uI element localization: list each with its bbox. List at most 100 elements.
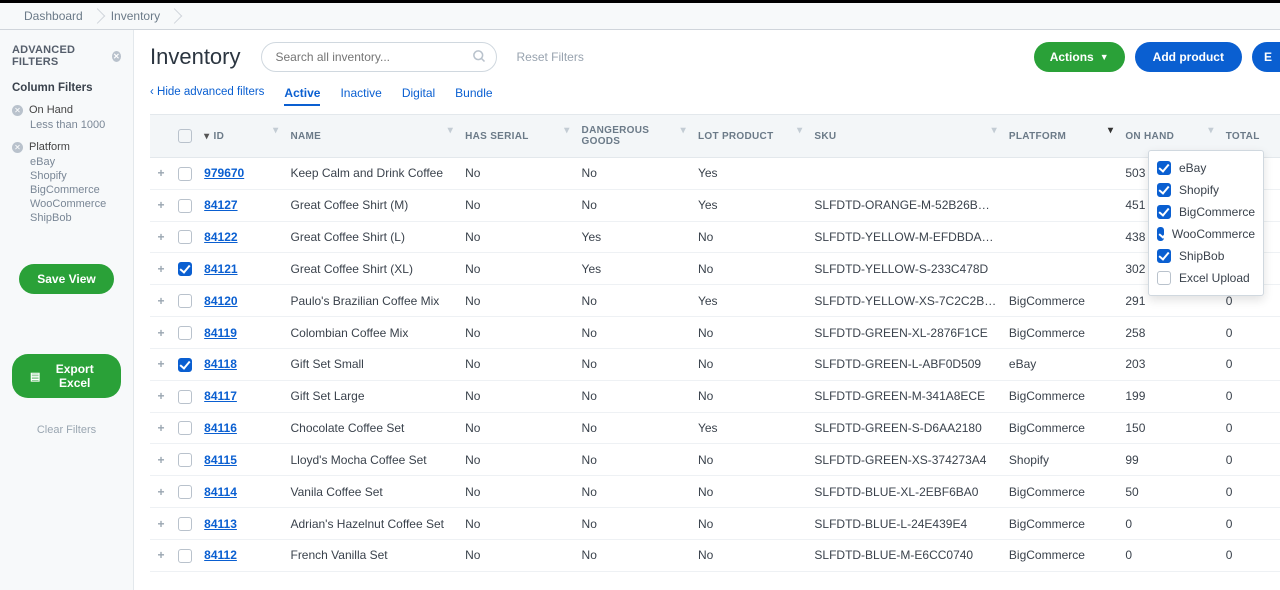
expand-row-icon[interactable]: +	[156, 262, 166, 276]
id-link[interactable]: 979670	[204, 166, 244, 180]
remove-platform-filter-icon[interactable]: ✕	[12, 142, 23, 153]
row-checkbox[interactable]	[178, 262, 192, 276]
filter-icon[interactable]: ▾	[273, 125, 278, 136]
hide-advanced-filters-link[interactable]: ‹ Hide advanced filters	[150, 86, 264, 106]
clear-filters-link[interactable]: Clear Filters	[12, 424, 121, 436]
filter-icon[interactable]: ▾	[1208, 125, 1213, 136]
cell-has-serial: No	[459, 189, 575, 221]
col-sku[interactable]: SKU▾	[808, 115, 1003, 158]
row-checkbox[interactable]	[178, 453, 192, 467]
option-checkbox[interactable]	[1157, 227, 1164, 241]
column-filters-label: Column Filters	[12, 82, 121, 94]
platform-filter-popup[interactable]: eBay Shopify BigCommerceWooCommerceShipBob…	[1148, 150, 1264, 296]
actions-button[interactable]: Actions ▼	[1034, 42, 1125, 72]
expand-row-icon[interactable]: +	[156, 421, 166, 435]
filter-onhand: ✕ On Hand Less than 1000	[12, 104, 121, 131]
id-link[interactable]: 84122	[204, 230, 237, 244]
breadcrumb-dashboard[interactable]: Dashboard	[10, 3, 97, 29]
table-row: +84120Paulo's Brazilian Coffee MixNoNoYe…	[150, 285, 1280, 317]
filter-icon[interactable]: ▾	[681, 125, 686, 136]
filter-icon[interactable]: ▾	[448, 125, 453, 136]
cell-name: Gift Set Large	[284, 380, 459, 412]
tab-digital[interactable]: Digital	[402, 86, 435, 106]
row-checkbox[interactable]	[178, 294, 192, 308]
expand-row-icon[interactable]: +	[156, 294, 166, 308]
cell-dangerous-goods: No	[576, 508, 692, 540]
platform-option[interactable]: ShipBob	[1157, 245, 1255, 267]
cell-dangerous-goods: No	[576, 348, 692, 380]
option-checkbox[interactable]	[1157, 205, 1171, 219]
expand-row-icon[interactable]: +	[156, 389, 166, 403]
cell-total: 0	[1220, 476, 1280, 508]
expand-row-icon[interactable]: +	[156, 485, 166, 499]
id-link[interactable]: 84113	[204, 517, 237, 531]
reset-filters-link[interactable]: Reset Filters	[517, 50, 584, 64]
col-lot-product[interactable]: LOT PRODUCT▾	[692, 115, 808, 158]
col-dangerous-goods[interactable]: DANGEROUS GOODS▾	[576, 115, 692, 158]
breadcrumb-inventory[interactable]: Inventory	[97, 3, 174, 29]
export-excel-button[interactable]: Export Excel	[12, 354, 121, 398]
platform-option[interactable]: Shopify	[1157, 179, 1255, 201]
id-link[interactable]: 84121	[204, 262, 237, 276]
id-link[interactable]: 84117	[204, 389, 237, 403]
expand-row-icon[interactable]: +	[156, 230, 166, 244]
remove-onhand-filter-icon[interactable]: ✕	[12, 105, 23, 116]
col-has-serial[interactable]: HAS SERIAL▾	[459, 115, 575, 158]
platform-option[interactable]: BigCommerce	[1157, 201, 1255, 223]
cell-total: 0	[1220, 571, 1280, 572]
expand-row-icon[interactable]: +	[156, 198, 166, 212]
option-checkbox[interactable]	[1157, 271, 1171, 285]
cell-has-serial: No	[459, 539, 575, 571]
tab-bundle[interactable]: Bundle	[455, 86, 492, 106]
id-link[interactable]: 84114	[204, 485, 237, 499]
filter-icon[interactable]: ▾	[797, 125, 802, 136]
row-checkbox[interactable]	[178, 199, 192, 213]
platform-option[interactable]: Excel Upload	[1157, 267, 1255, 289]
platform-option[interactable]: WooCommerce	[1157, 223, 1255, 245]
search-input[interactable]	[261, 42, 497, 72]
row-checkbox[interactable]	[178, 390, 192, 404]
col-name[interactable]: NAME▾	[284, 115, 459, 158]
filter-icon[interactable]: ▾	[1108, 125, 1113, 136]
expand-row-icon[interactable]: +	[156, 357, 166, 371]
row-checkbox[interactable]	[178, 230, 192, 244]
option-checkbox[interactable]	[1157, 161, 1171, 175]
platform-option[interactable]: eBay	[1157, 157, 1255, 179]
cell-has-serial: No	[459, 444, 575, 476]
expand-row-icon[interactable]: +	[156, 453, 166, 467]
option-checkbox[interactable]	[1157, 183, 1171, 197]
id-link[interactable]: 84120	[204, 294, 237, 308]
col-platform[interactable]: PLATFORM▾	[1003, 115, 1119, 158]
extra-button[interactable]: E	[1252, 42, 1280, 72]
row-checkbox[interactable]	[178, 549, 192, 563]
expand-row-icon[interactable]: +	[156, 326, 166, 340]
close-advanced-filters-icon[interactable]: ✕	[112, 51, 121, 62]
tab-inactive[interactable]: Inactive	[340, 86, 381, 106]
expand-row-icon[interactable]: +	[156, 548, 166, 562]
filter-icon[interactable]: ▾	[564, 125, 569, 136]
row-checkbox[interactable]	[178, 326, 192, 340]
save-view-button[interactable]: Save View	[19, 264, 114, 294]
id-link[interactable]: 84115	[204, 453, 237, 467]
expand-row-icon[interactable]: +	[156, 166, 166, 180]
row-checkbox[interactable]	[178, 517, 192, 531]
expand-row-icon[interactable]: +	[156, 517, 166, 531]
cell-dangerous-goods: No	[576, 539, 692, 571]
search-icon[interactable]	[472, 49, 487, 67]
option-label: Shopify	[1179, 183, 1219, 197]
filter-icon[interactable]: ▾	[992, 125, 997, 136]
id-link[interactable]: 84118	[204, 357, 237, 371]
col-select-all[interactable]	[172, 115, 198, 158]
id-link[interactable]: 84116	[204, 421, 237, 435]
row-checkbox[interactable]	[178, 485, 192, 499]
tab-active[interactable]: Active	[284, 86, 320, 106]
id-link[interactable]: 84119	[204, 326, 237, 340]
option-checkbox[interactable]	[1157, 249, 1171, 263]
row-checkbox[interactable]	[178, 358, 192, 372]
col-id[interactable]: ID▾	[198, 115, 284, 158]
row-checkbox[interactable]	[178, 167, 192, 181]
id-link[interactable]: 84127	[204, 198, 237, 212]
row-checkbox[interactable]	[178, 421, 192, 435]
add-product-button[interactable]: Add product	[1135, 42, 1242, 72]
id-link[interactable]: 84112	[204, 548, 237, 562]
